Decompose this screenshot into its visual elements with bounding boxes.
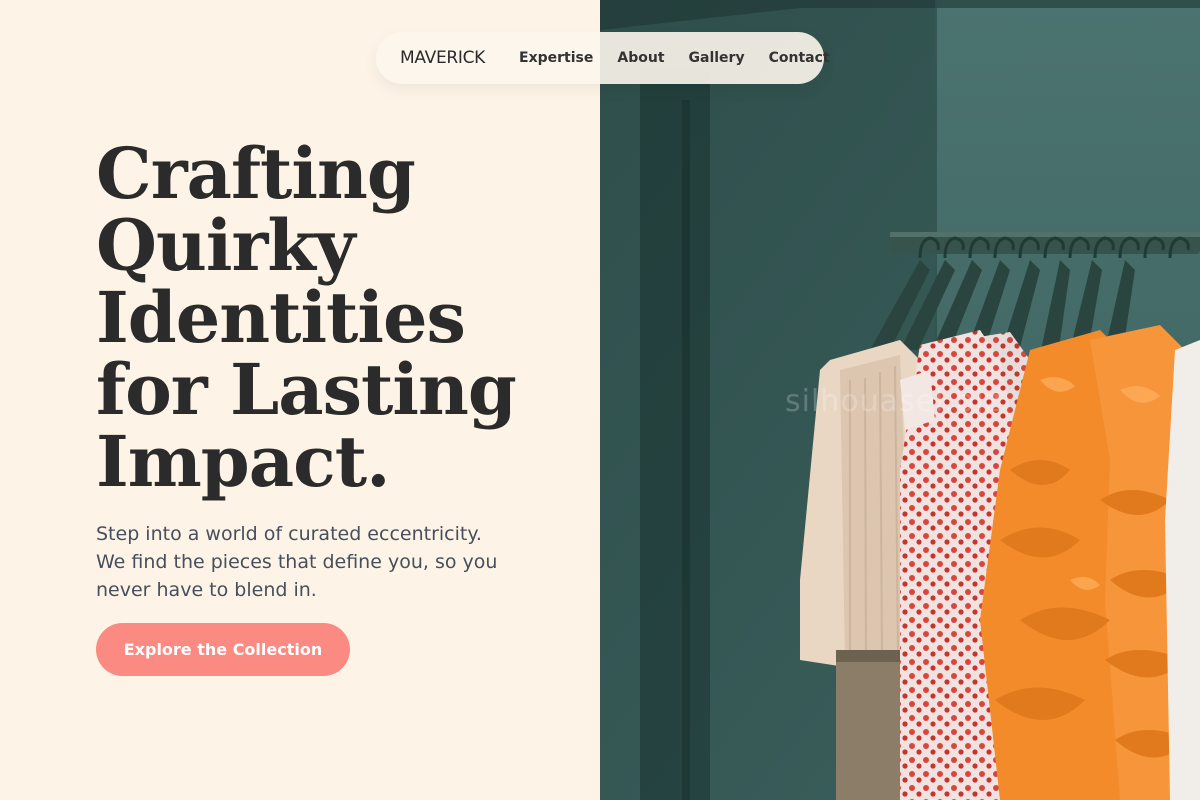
image-watermark: silhouasel.biz (785, 384, 1002, 419)
nav-link-expertise[interactable]: Expertise (519, 50, 593, 66)
explore-collection-button[interactable]: Explore the Collection (96, 623, 350, 676)
nav-link-about[interactable]: About (617, 50, 664, 66)
nav-link-contact[interactable]: Contact (769, 50, 830, 66)
hero-title: Crafting Quirky Identities for Lasting I… (96, 138, 566, 498)
hero-title-line: Impact. (96, 420, 390, 503)
hero-title-line: Quirky (96, 204, 356, 287)
top-nav: MAVERICK Expertise About Gallery Contact (376, 32, 830, 84)
hero-title-line: for Lasting (96, 348, 517, 431)
hero-subtitle: Step into a world of curated eccentricit… (96, 523, 498, 601)
hero-title-line: Identities (96, 276, 466, 359)
hero-title-line: Crafting (96, 132, 416, 215)
brand-logo[interactable]: MAVERICK (400, 48, 485, 68)
nav-link-gallery[interactable]: Gallery (689, 50, 745, 66)
